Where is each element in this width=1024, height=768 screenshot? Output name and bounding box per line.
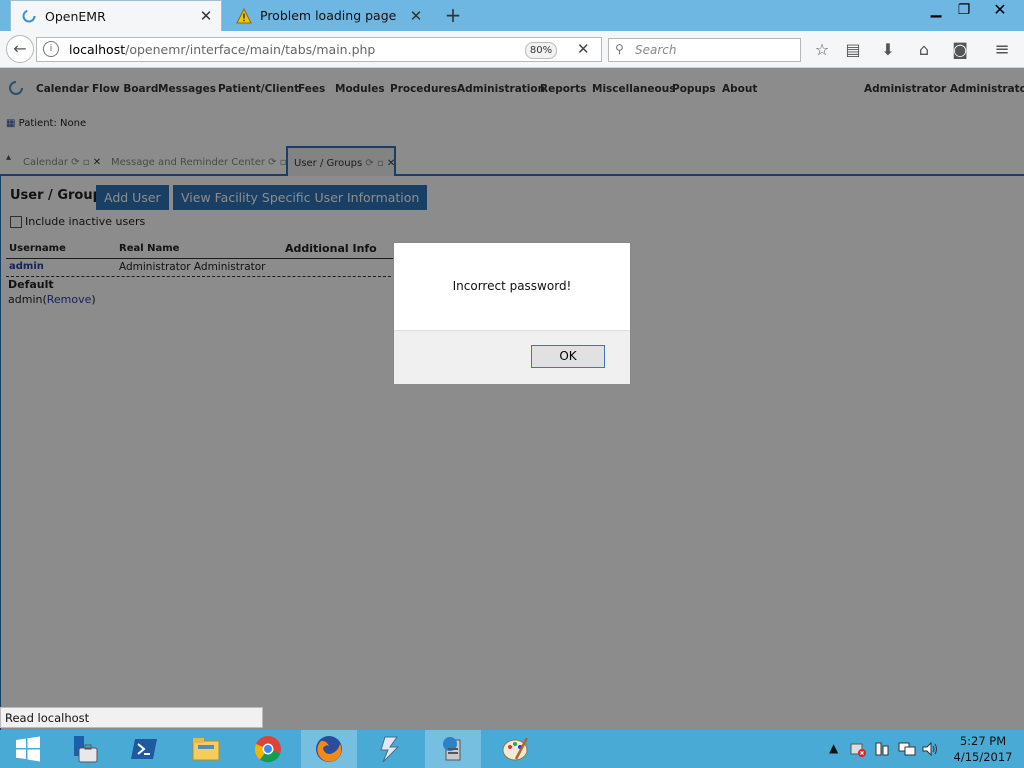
close-tab-icon[interactable]: ✕ [407,7,425,25]
alert-message: Incorrect password! [452,279,572,293]
stop-loading-icon[interactable]: ✕ [577,40,590,58]
start-windows-icon[interactable] [0,730,56,768]
home-icon[interactable]: ⌂ [914,40,934,60]
file-explorer-icon[interactable] [178,730,234,768]
server-manager-icon[interactable] [54,730,110,768]
network-icon[interactable] [898,741,916,760]
search-input[interactable]: ⚲ Search [608,38,801,62]
firefox-icon[interactable] [301,730,357,768]
chrome-icon[interactable] [240,730,296,768]
new-tab-plus-icon[interactable]: + [440,4,466,26]
warning-icon [236,7,252,24]
search-placeholder: Search [635,43,677,57]
tray-device-icon[interactable] [874,741,890,760]
flash-app-icon[interactable] [363,730,419,768]
url-text: localhost/openemr/interface/main/tabs/ma… [69,42,376,57]
alert-footer: OK [394,330,630,384]
alert-dialog: Incorrect password! OK [393,242,631,384]
volume-icon[interactable] [921,741,939,760]
bookmark-star-icon[interactable]: ☆ [812,40,832,60]
modal-overlay [0,68,1024,730]
search-icon: ⚲ [615,42,624,56]
browser-tab-openemr[interactable]: OpenEMR ✕ [10,0,222,31]
info-icon[interactable]: i [43,41,59,57]
clock-date: 4/15/2017 [953,750,1013,764]
close-window-icon[interactable]: ✕ [982,0,1018,20]
powershell-icon[interactable] [116,730,172,768]
paint-palette-icon[interactable] [487,730,543,768]
clock-time: 5:27 PM [959,734,1007,748]
restore-icon[interactable]: ❐ [950,0,978,20]
zoom-indicator[interactable]: 80% [525,42,557,59]
loading-spinner-icon [21,8,37,24]
show-hidden-icons-arrow[interactable]: ▲ [829,741,838,755]
status-text: Read localhost [0,707,263,728]
pocket-icon[interactable]: ◙ [950,40,970,60]
ok-button[interactable]: OK [531,345,605,368]
tab-title: Problem loading page [260,8,397,23]
system-clock[interactable]: 5:27 PM 4/15/2017 [948,733,1018,765]
download-arrow-icon[interactable]: ⬇ [878,40,898,60]
minimize-icon[interactable]: ▁ [922,0,950,20]
back-arrow-icon[interactable]: ← [6,35,34,63]
tray-error-icon[interactable] [850,741,866,760]
address-bar[interactable]: i localhost/openemr/interface/main/tabs/… [36,37,602,62]
hamburger-menu-icon[interactable]: ≡ [992,40,1012,60]
library-icon[interactable]: ▤ [843,40,863,60]
network-app-icon[interactable] [425,730,481,768]
browser-tab-problem[interactable]: Problem loading page ✕ [226,0,431,31]
tab-title: OpenEMR [45,8,106,24]
close-tab-icon[interactable]: ✕ [197,7,215,25]
